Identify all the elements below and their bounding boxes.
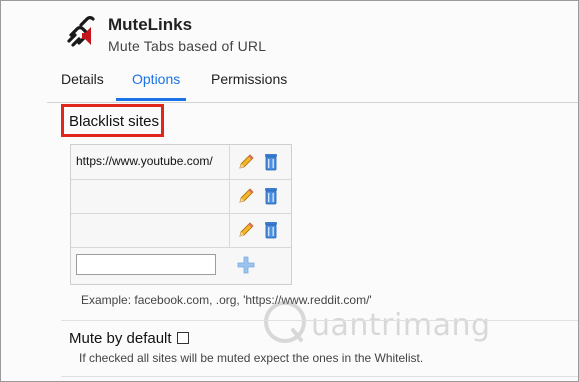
active-tab-indicator: [116, 98, 186, 101]
mutelinks-logo-icon: [67, 16, 95, 47]
url-cell: https://www.youtube.com/: [71, 145, 230, 179]
tab-details[interactable]: Details: [61, 71, 104, 87]
section-title-blacklist: Blacklist sites: [69, 113, 160, 130]
blacklist-table: https://www.youtube.com/: [70, 144, 292, 285]
app-name: MuteLinks: [108, 15, 193, 34]
section-divider: [61, 320, 578, 321]
mute-default-help: If checked all sites will be muted expec…: [79, 351, 424, 365]
left-strip: [1, 1, 47, 381]
tab-options[interactable]: Options: [132, 71, 180, 87]
table-row: https://www.youtube.com/: [71, 145, 291, 180]
delete-trash-icon[interactable]: [264, 187, 278, 205]
tab-permissions[interactable]: Permissions: [211, 71, 287, 87]
edit-pencil-icon[interactable]: [237, 221, 255, 239]
add-site-row: [71, 247, 291, 283]
table-row: [71, 213, 291, 248]
add-plus-icon[interactable]: [237, 256, 255, 274]
mute-default-label: Mute by default: [69, 330, 172, 347]
watermark: uantrimang: [263, 300, 503, 350]
url-cell: [71, 213, 230, 247]
mute-default-checkbox[interactable]: [177, 332, 189, 344]
extension-header: MuteLinks Mute Tabs based of URL: [47, 1, 578, 61]
delete-trash-icon[interactable]: [264, 221, 278, 239]
table-row: [71, 179, 291, 214]
edit-pencil-icon[interactable]: [237, 187, 255, 205]
url-cell: [71, 179, 230, 213]
delete-trash-icon[interactable]: [264, 153, 278, 171]
edit-pencil-icon[interactable]: [237, 153, 255, 171]
new-site-input[interactable]: [76, 254, 216, 275]
blacklist-url: https://www.youtube.com/: [76, 154, 213, 168]
tab-bar: Details Options Permissions: [47, 62, 578, 103]
watermark-text: uantrimang: [311, 308, 491, 343]
bottom-divider: [61, 376, 578, 377]
watermark-logo-icon: [264, 301, 306, 343]
app-description: Mute Tabs based of URL: [108, 38, 267, 54]
